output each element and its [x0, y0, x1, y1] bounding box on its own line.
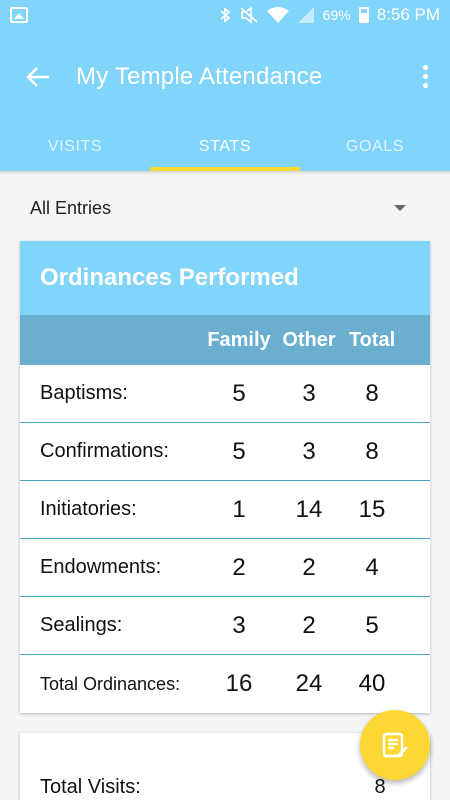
table-row: Baptisms: 5 3 8 — [20, 365, 430, 423]
total-count: 8 — [365, 379, 379, 407]
add-visit-fab-button[interactable] — [360, 710, 430, 780]
image-notification-icon — [10, 7, 28, 23]
total-count: 5 — [365, 611, 379, 639]
arrow-back-icon[interactable] — [18, 66, 58, 88]
row-label: Initiatories: — [40, 498, 137, 520]
family-count: 2 — [232, 553, 246, 581]
other-count: 24 — [295, 670, 323, 697]
table-row: Initiatories: 1 14 15 — [20, 481, 430, 539]
other-count: 2 — [302, 611, 316, 639]
dropdown-arrow-icon — [394, 205, 406, 211]
other-count: 3 — [302, 379, 316, 407]
app-title: My Temple Attendance — [76, 62, 323, 90]
wifi-icon — [266, 7, 289, 23]
row-label: Total Ordinances: — [40, 673, 181, 694]
ordinances-card-title: Ordinances Performed — [40, 264, 299, 291]
signal-icon — [297, 7, 314, 23]
tab-visits[interactable]: VISITS — [0, 123, 150, 171]
column-header-other: Other — [282, 328, 336, 351]
other-count: 2 — [302, 553, 316, 581]
ordinances-card-header: Ordinances Performed — [20, 241, 430, 315]
status-time: 8:56 PM — [376, 5, 440, 24]
battery-percent: 69% — [322, 7, 351, 23]
more-vert-icon[interactable] — [419, 61, 432, 92]
filter-selected-value: All Entries — [30, 197, 112, 218]
table-row: Sealings: 3 2 5 — [20, 597, 430, 655]
status-bar: 69% 8:56 PM — [0, 0, 450, 30]
family-count: 3 — [232, 611, 246, 639]
ordinances-column-headers: Family Other Total — [20, 315, 430, 365]
table-row: Confirmations: 5 3 8 — [20, 423, 430, 481]
tab-bar: VISITS STATS GOALS — [0, 123, 450, 171]
ordinances-card: Ordinances Performed Family Other Total … — [20, 241, 430, 713]
family-count: 1 — [232, 495, 246, 523]
ordinances-table-body: Baptisms: 5 3 8 Confirmations: 5 3 8 Ini… — [20, 365, 430, 713]
tab-goals[interactable]: GOALS — [300, 123, 450, 171]
mute-icon — [240, 6, 258, 24]
other-count: 3 — [302, 437, 316, 465]
family-count: 5 — [232, 379, 246, 407]
app-bar: My Temple Attendance — [0, 30, 450, 123]
row-label: Confirmations: — [40, 440, 169, 462]
family-count: 5 — [232, 437, 246, 465]
total-count: 40 — [358, 670, 386, 697]
bluetooth-icon — [220, 7, 230, 23]
total-visits-label: Total Visits: — [40, 775, 141, 798]
column-header-total: Total — [348, 328, 396, 351]
total-count: 4 — [365, 553, 379, 581]
table-row: Endowments: 2 2 4 — [20, 539, 430, 597]
row-label: Endowments: — [40, 556, 162, 578]
other-count: 14 — [295, 495, 323, 523]
total-count: 15 — [358, 495, 386, 523]
edit-note-icon — [382, 732, 408, 758]
column-header-family: Family — [207, 328, 271, 351]
family-count: 16 — [225, 670, 253, 697]
total-count: 8 — [365, 437, 379, 465]
battery-icon — [358, 7, 369, 23]
row-label: Sealings: — [40, 614, 123, 636]
tab-stats[interactable]: STATS — [150, 123, 300, 171]
row-label: Baptisms: — [40, 382, 128, 404]
table-row-total: Total Ordinances: 16 24 40 — [20, 655, 430, 713]
entries-filter-dropdown[interactable]: All Entries — [0, 175, 450, 241]
